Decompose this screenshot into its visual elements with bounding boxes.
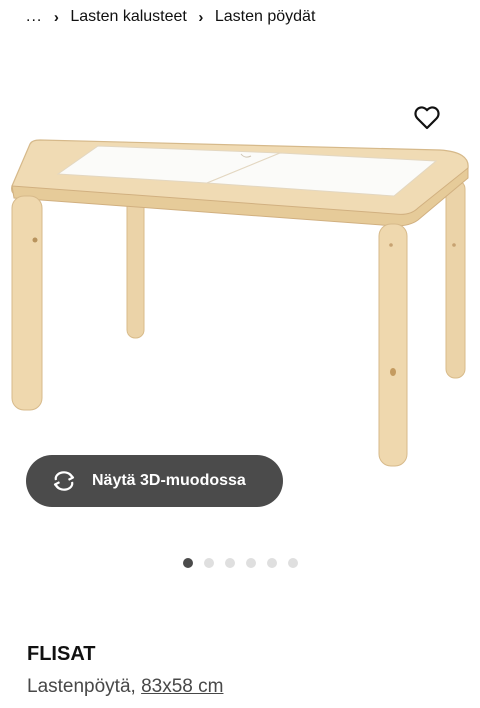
heart-outline-icon — [414, 106, 440, 130]
carousel-dot-3[interactable] — [224, 558, 235, 568]
breadcrumb-lasten-kalusteet[interactable]: Lasten kalusteet — [70, 8, 187, 26]
rotate-arrows-icon — [50, 470, 78, 492]
chevron-right-icon: › — [198, 8, 204, 26]
view-3d-button[interactable]: Näytä 3D-muodossa — [26, 455, 283, 507]
carousel-dot-1[interactable] — [182, 558, 193, 568]
carousel-dot-4[interactable] — [245, 558, 256, 568]
product-name: FLISAT — [27, 643, 96, 665]
carousel-dot-6[interactable] — [287, 558, 298, 568]
product-description: Lastenpöytä, 83x58 cm — [27, 676, 223, 698]
breadcrumb-ellipsis[interactable]: ... — [26, 8, 42, 26]
breadcrumb-lasten-poydat[interactable]: Lasten pöydät — [215, 8, 316, 26]
carousel-dot-2[interactable] — [203, 558, 214, 568]
favorite-button[interactable] — [407, 102, 447, 134]
product-type: Lastenpöytä, — [27, 676, 136, 697]
product-gallery[interactable]: Näytä 3D-muodossa — [0, 40, 480, 540]
product-size-link[interactable]: 83x58 cm — [141, 676, 223, 697]
breadcrumb: ... › Lasten kalusteet › Lasten pöydät — [26, 8, 315, 26]
chevron-right-icon: › — [53, 8, 59, 26]
view-3d-label: Näytä 3D-muodossa — [92, 472, 246, 489]
carousel-dot-5[interactable] — [266, 558, 277, 568]
carousel-indicator — [0, 558, 480, 568]
